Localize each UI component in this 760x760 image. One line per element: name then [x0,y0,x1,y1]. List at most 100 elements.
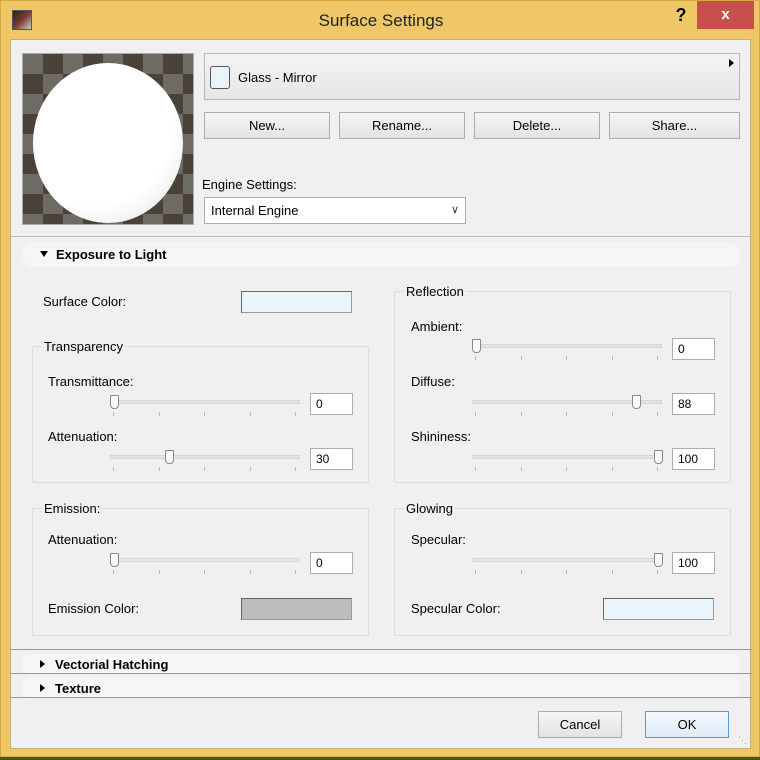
slider-tick [249,467,251,471]
surface-swatch [210,66,230,89]
attenuation-input[interactable]: 30 [310,448,353,470]
transmittance-slider[interactable] [110,395,300,416]
shininess-slider[interactable] [472,450,663,471]
slider-tick [158,467,160,471]
slider-tick [475,412,476,416]
specular-slider[interactable] [472,553,663,574]
chevron-down-icon: ∨ [450,204,459,216]
slider-tick [657,356,658,360]
surface-color-label: Surface Color: [43,294,127,309]
transparency-group: Transparency Transmittance: 0 Attenuatio… [32,339,369,483]
ambient-input[interactable]: 0 [672,338,715,360]
slider-tick [113,570,114,574]
help-button[interactable]: ? [669,3,693,29]
slider-tick [520,570,522,574]
triangle-right-icon [40,684,45,692]
slider-track[interactable] [472,455,662,459]
cancel-button[interactable]: Cancel [538,711,622,738]
group-title: Emission: [42,501,103,516]
slider-tick [611,356,613,360]
slider-tick [113,412,114,416]
slider-thumb[interactable] [654,553,663,567]
slider-tick [657,412,658,416]
diffuse-label: Diffuse: [411,374,455,389]
expand-arrow-icon[interactable] [729,59,734,67]
slider-track[interactable] [472,344,662,348]
emission-group: Emission: Attenuation: 0 Emission Color: [32,501,369,636]
slider-tick [566,467,567,471]
delete-button[interactable]: Delete... [474,112,600,139]
specular-color-swatch[interactable] [603,598,714,620]
engine-select[interactable]: Internal Engine ∨ [204,197,466,224]
engine-settings-label: Engine Settings: [202,177,297,192]
ambient-label: Ambient: [411,319,463,334]
ambient-slider[interactable] [472,339,662,360]
surface-color-swatch[interactable] [241,291,352,313]
slider-tick [475,356,476,360]
surface-picker[interactable]: Glass - Mirror [204,53,740,100]
shininess-label: Shininess: [411,429,471,444]
emission-attenuation-input[interactable]: 0 [310,552,353,574]
slider-tick [249,570,251,574]
ok-button[interactable]: OK [645,711,729,738]
slider-tick [611,467,613,471]
resize-grip-icon[interactable]: ⋱ [738,735,747,746]
slider-thumb[interactable] [654,450,663,464]
emission-color-swatch[interactable] [241,598,352,620]
section-title: Exposure to Light [56,247,167,262]
section-title: Vectorial Hatching [55,657,169,672]
shininess-input[interactable]: 100 [672,448,715,470]
divider [11,649,752,650]
diffuse-input[interactable]: 88 [672,393,715,415]
slider-track[interactable] [472,558,662,562]
slider-tick [657,467,658,471]
slider-thumb[interactable] [110,553,119,567]
section-title: Texture [55,681,101,696]
slider-track[interactable] [110,400,300,404]
section-texture-header[interactable]: Texture [22,678,741,698]
rename-button[interactable]: Rename... [339,112,465,139]
slider-thumb[interactable] [472,339,481,353]
window-title: Surface Settings [318,11,444,30]
divider [11,697,752,698]
slider-track[interactable] [110,455,300,459]
slider-tick [520,412,522,416]
attenuation-slider[interactable] [110,450,300,471]
slider-thumb[interactable] [632,395,642,409]
slider-tick [295,570,296,574]
triangle-down-icon [40,251,48,257]
dialog-window: Surface Settings ? x Glass - Mirror New.… [0,0,760,757]
slider-tick [475,467,476,471]
diffuse-slider[interactable] [472,395,662,416]
specular-input[interactable]: 100 [672,552,715,574]
new-button[interactable]: New... [204,112,330,139]
specular-color-label: Specular Color: [411,601,501,616]
attenuation-label: Attenuation: [48,429,118,444]
dialog-body: Glass - Mirror New... Rename... Delete..… [10,39,752,749]
slider-track[interactable] [110,558,300,562]
slider-tick [520,356,522,360]
slider-tick [158,412,160,416]
emission-attenuation-label: Attenuation: [48,532,118,547]
slider-thumb[interactable] [164,450,174,464]
slider-tick [249,412,251,416]
engine-value: Internal Engine [211,203,299,218]
emission-attenuation-slider[interactable] [110,553,300,574]
close-button[interactable]: x [697,1,754,29]
divider [11,236,752,237]
group-title: Transparency [42,339,125,354]
section-exposure-header[interactable]: Exposure to Light [22,243,741,267]
triangle-right-icon [40,660,45,668]
transmittance-input[interactable]: 0 [310,393,353,415]
share-button[interactable]: Share... [609,112,740,139]
slider-thumb[interactable] [110,395,119,409]
slider-tick [204,467,205,471]
group-title: Reflection [404,284,466,299]
slider-tick [566,412,567,416]
divider [11,673,752,674]
transmittance-label: Transmittance: [48,374,134,389]
slider-tick [295,467,296,471]
section-hatching-header[interactable]: Vectorial Hatching [22,654,741,674]
slider-tick [158,570,160,574]
specular-label: Specular: [411,532,466,547]
